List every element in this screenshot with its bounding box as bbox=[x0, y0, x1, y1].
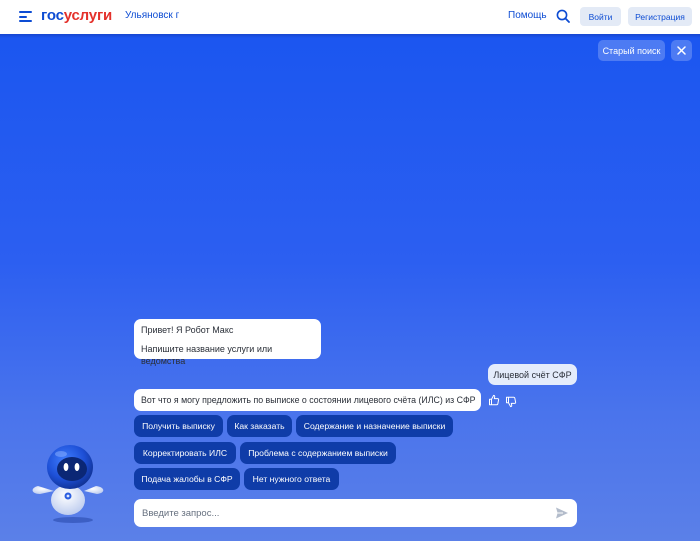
thumbs-up-icon[interactable] bbox=[488, 394, 500, 406]
old-search-button[interactable]: Старый поиск bbox=[598, 40, 665, 61]
login-button[interactable]: Войти bbox=[580, 7, 621, 26]
greeting-line2: Напишите название услуги или ведомства bbox=[141, 344, 273, 366]
logo-part2: услуги bbox=[63, 7, 113, 24]
header-shadow bbox=[0, 34, 700, 38]
robot-chat-area: Старый поиск Привет! Я Робот Макс Напиши… bbox=[0, 34, 700, 541]
menu-icon[interactable] bbox=[19, 11, 32, 22]
chip-complaint[interactable]: Подача жалобы в СФР bbox=[134, 468, 240, 490]
gosuslugi-logo[interactable]: госуслуги bbox=[41, 7, 112, 24]
city-selector[interactable]: Ульяновск г bbox=[125, 10, 179, 21]
thumbs-down-icon[interactable] bbox=[505, 396, 517, 408]
chip-no-answer[interactable]: Нет нужного ответа bbox=[244, 468, 339, 490]
greeting-bubble: Привет! Я Робот Макс Напишите название у… bbox=[134, 319, 321, 366]
chip-content-problem[interactable]: Проблема с содержанием выписки bbox=[240, 442, 396, 464]
greeting-line1: Привет! Я Робот Макс bbox=[141, 325, 234, 335]
chip-how-to-order[interactable]: Как заказать bbox=[227, 415, 292, 437]
close-button[interactable] bbox=[671, 40, 692, 61]
help-link[interactable]: Помощь bbox=[508, 10, 547, 21]
search-icon[interactable] bbox=[556, 9, 570, 23]
send-icon[interactable] bbox=[555, 506, 569, 520]
user-message: Лицевой счёт СФР bbox=[488, 364, 577, 385]
bot-message-text: Вот что я могу предложить по выписке о с… bbox=[141, 395, 476, 405]
robot-max-mascot bbox=[32, 445, 104, 523]
query-input[interactable] bbox=[134, 499, 544, 527]
query-input-box bbox=[134, 499, 577, 527]
logo-part1: гос bbox=[41, 7, 64, 24]
bot-message: Вот что я могу предложить по выписке о с… bbox=[134, 389, 481, 411]
chip-get-statement[interactable]: Получить выписку bbox=[134, 415, 223, 437]
site-header: госуслуги Ульяновск г Помощь Войти Регис… bbox=[0, 0, 700, 34]
chip-correct-ils[interactable]: Корректировать ИЛС bbox=[134, 442, 236, 464]
chip-content-purpose[interactable]: Содержание и назначение выписки bbox=[296, 415, 453, 437]
register-button[interactable]: Регистрация bbox=[628, 7, 692, 26]
close-icon bbox=[677, 46, 686, 55]
